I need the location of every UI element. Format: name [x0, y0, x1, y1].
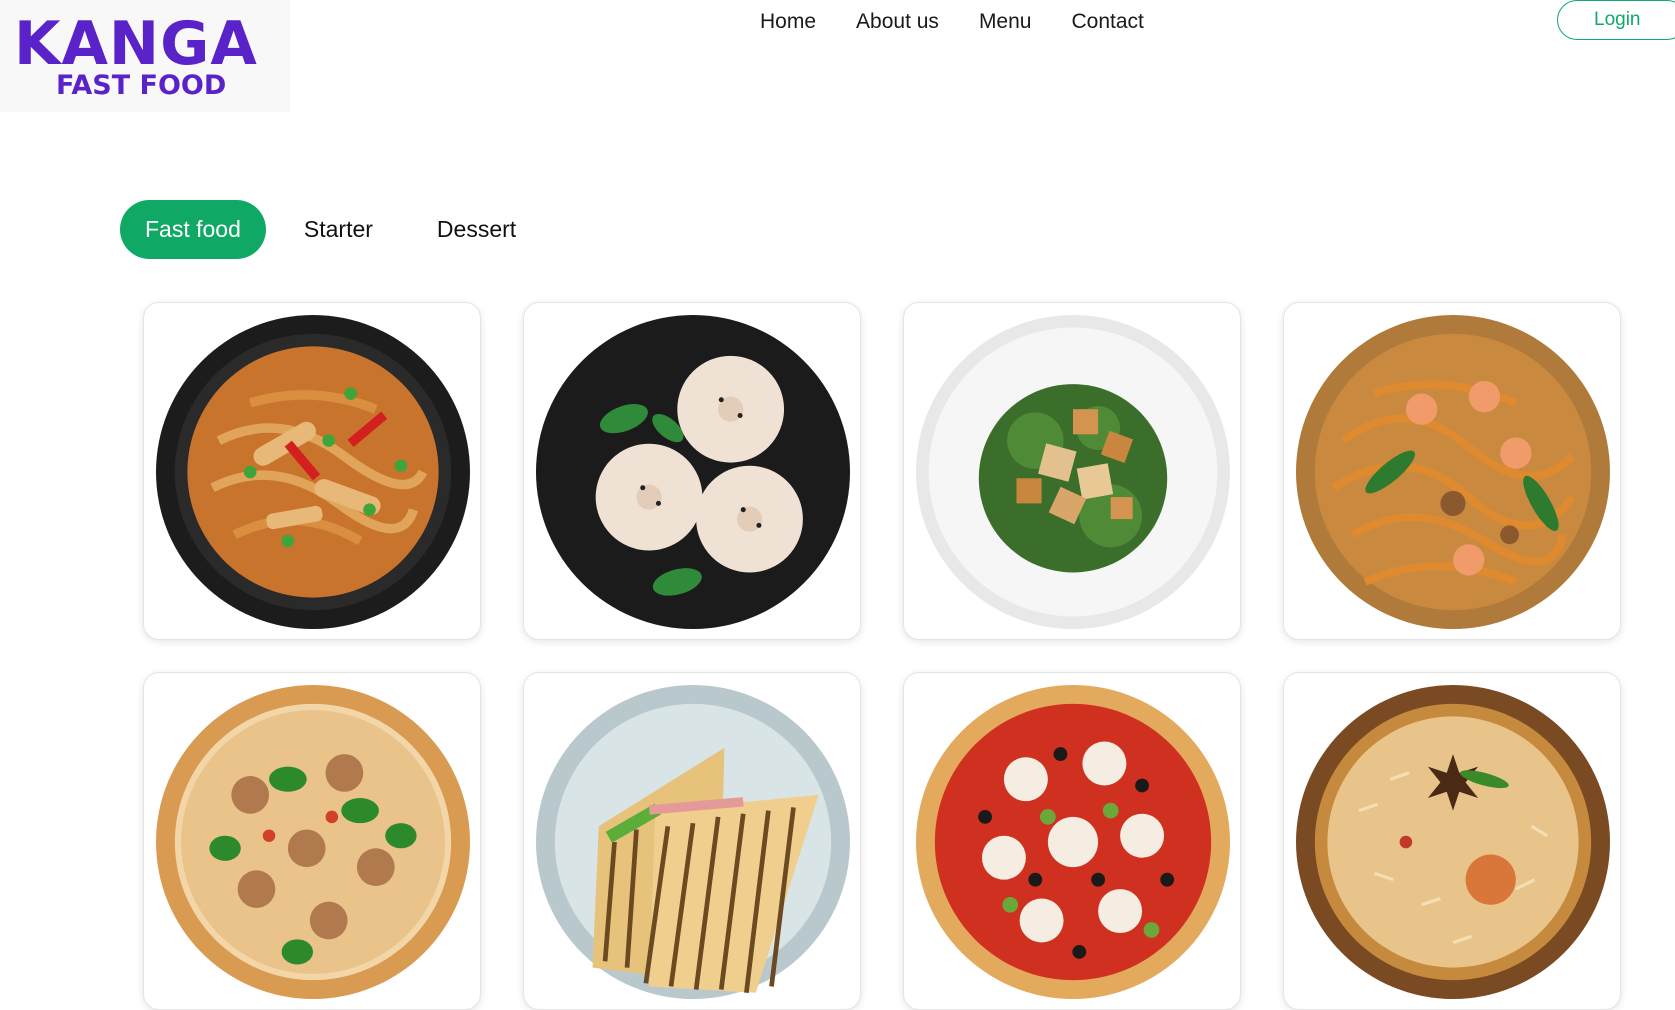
- tab-starter[interactable]: Starter: [278, 200, 399, 259]
- tab-fast-food[interactable]: Fast food: [120, 200, 266, 259]
- mushroom-pizza-image: [156, 685, 470, 999]
- main-nav: Home About us Menu Contact: [760, 6, 1144, 38]
- category-tabs: Fast food Starter Dessert: [120, 200, 554, 259]
- chicken-salad-plate-image: [916, 315, 1230, 629]
- dish-card[interactable]: [903, 302, 1241, 640]
- shrimp-noodles-plate-image: [1296, 315, 1610, 629]
- biryani-bowl-image: [1296, 685, 1610, 999]
- tab-dessert[interactable]: Dessert: [411, 200, 542, 259]
- pepperoni-olive-pizza-image: [916, 685, 1230, 999]
- dish-card[interactable]: [143, 302, 481, 640]
- dumplings-plate-image: [536, 315, 850, 629]
- dish-grid: [143, 302, 1621, 1010]
- dish-card[interactable]: [523, 672, 861, 1010]
- login-button[interactable]: Login: [1557, 0, 1675, 40]
- dish-card[interactable]: [1283, 302, 1621, 640]
- noodles-chicken-bowl-image: [156, 315, 470, 629]
- dish-card[interactable]: [523, 302, 861, 640]
- nav-about-link[interactable]: About us: [856, 6, 939, 38]
- logo-tagline: FAST FOOD: [56, 70, 227, 101]
- nav-menu-link[interactable]: Menu: [979, 6, 1032, 38]
- grilled-sandwich-plate-image: [536, 685, 850, 999]
- dish-card[interactable]: [1283, 672, 1621, 1010]
- nav-home-link[interactable]: Home: [760, 6, 816, 38]
- logo[interactable]: KANGA FAST FOOD: [0, 0, 290, 112]
- nav-contact-link[interactable]: Contact: [1071, 6, 1143, 38]
- dish-card[interactable]: [143, 672, 481, 1010]
- dish-card[interactable]: [903, 672, 1241, 1010]
